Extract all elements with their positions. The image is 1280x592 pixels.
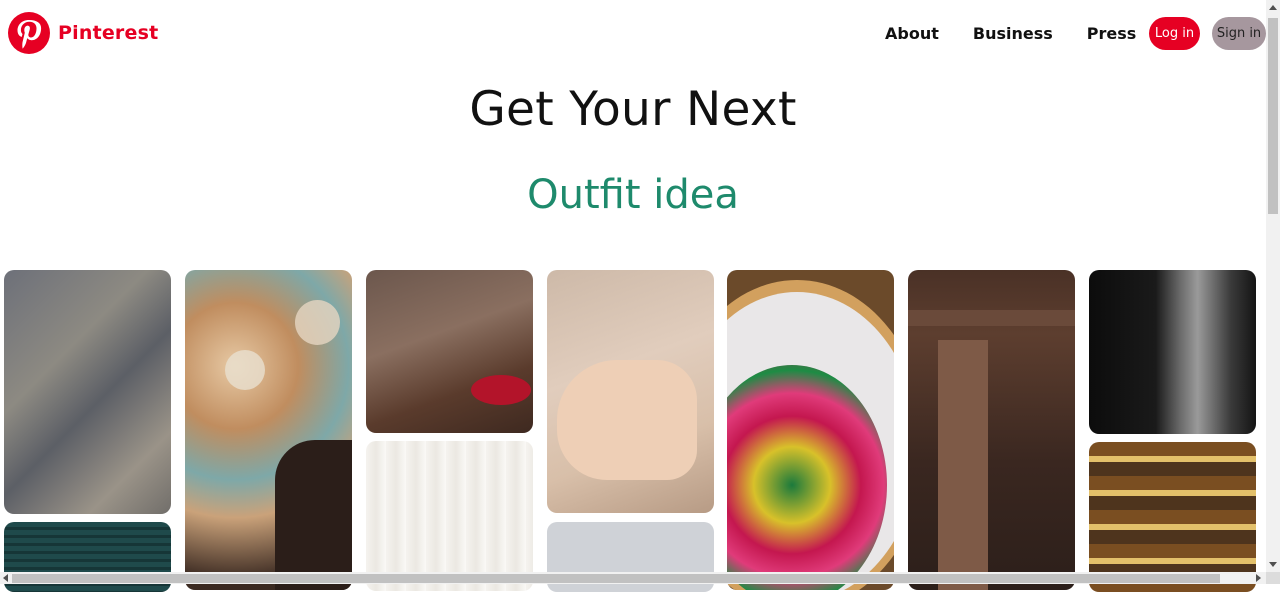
vertical-scroll-thumb[interactable] — [1268, 18, 1278, 214]
horizontal-scrollbar[interactable] — [0, 572, 1266, 584]
hero-headline: Get Your Next — [469, 82, 797, 137]
horizontal-scroll-thumb[interactable] — [12, 574, 1220, 583]
pin-wooden-beams[interactable] — [1089, 442, 1256, 592]
scrollbar-corner — [1266, 572, 1280, 584]
pinterest-logo-icon — [8, 12, 50, 54]
pin-hand-brush[interactable] — [547, 270, 714, 513]
pin-lanterns-woman[interactable] — [185, 270, 352, 590]
scroll-left-arrow-icon[interactable] — [3, 574, 8, 582]
login-button[interactable]: Log in — [1149, 17, 1200, 50]
pin-embroidery-hoop[interactable] — [727, 270, 894, 590]
logo-link[interactable]: Pinterest — [8, 12, 158, 54]
pin-white-curtain[interactable] — [366, 441, 533, 591]
pin-spice-bowl[interactable] — [366, 270, 533, 433]
top-nav: About Business Press — [885, 24, 1170, 43]
logo-wordmark: Pinterest — [58, 22, 159, 44]
pin-dark-stone[interactable] — [1089, 270, 1256, 434]
scroll-up-arrow-icon[interactable] — [1269, 5, 1277, 10]
hero-subline: Outfit idea — [527, 172, 739, 218]
scroll-right-arrow-icon[interactable] — [1256, 574, 1261, 582]
nav-business-link[interactable]: Business — [973, 24, 1053, 43]
nav-press-link[interactable]: Press — [1087, 24, 1137, 43]
pin-weathered-wood[interactable] — [4, 270, 171, 514]
pin-wooden-doorway[interactable] — [908, 270, 1075, 590]
header-bar: Pinterest About Business Press Log in Si… — [0, 0, 1266, 68]
scroll-down-arrow-icon[interactable] — [1269, 562, 1277, 567]
nav-about-link[interactable]: About — [885, 24, 939, 43]
vertical-scrollbar[interactable] — [1266, 0, 1280, 572]
signin-button[interactable]: Sign in — [1212, 17, 1266, 50]
